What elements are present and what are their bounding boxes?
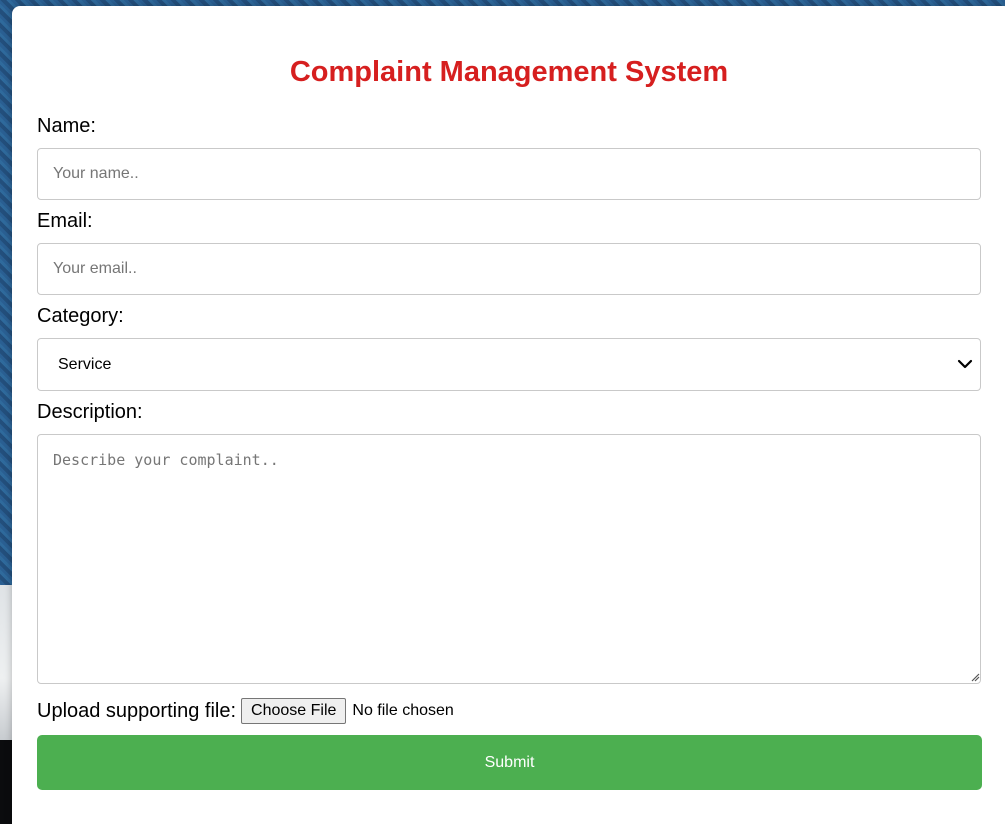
- submit-button[interactable]: Submit: [37, 735, 982, 790]
- name-input[interactable]: [37, 148, 981, 200]
- complaint-form-card: Complaint Management System Name: Email:…: [12, 6, 1005, 824]
- resize-grip-icon[interactable]: [970, 672, 980, 682]
- email-input[interactable]: [37, 243, 981, 295]
- email-label: Email:: [37, 210, 93, 232]
- category-label: Category:: [37, 305, 124, 327]
- file-status-text: No file chosen: [352, 702, 454, 719]
- name-label: Name:: [37, 115, 96, 137]
- choose-file-button[interactable]: Choose File: [241, 698, 347, 724]
- upload-row: Upload supporting file: Choose File No f…: [37, 698, 454, 724]
- category-select[interactable]: Service: [37, 338, 981, 391]
- chevron-down-icon: [957, 359, 973, 369]
- page-title: Complaint Management System: [289, 56, 729, 88]
- description-label: Description:: [37, 401, 143, 423]
- category-selected-value: Service: [58, 355, 112, 373]
- upload-label: Upload supporting file:: [37, 699, 237, 722]
- description-textarea[interactable]: [37, 434, 981, 684]
